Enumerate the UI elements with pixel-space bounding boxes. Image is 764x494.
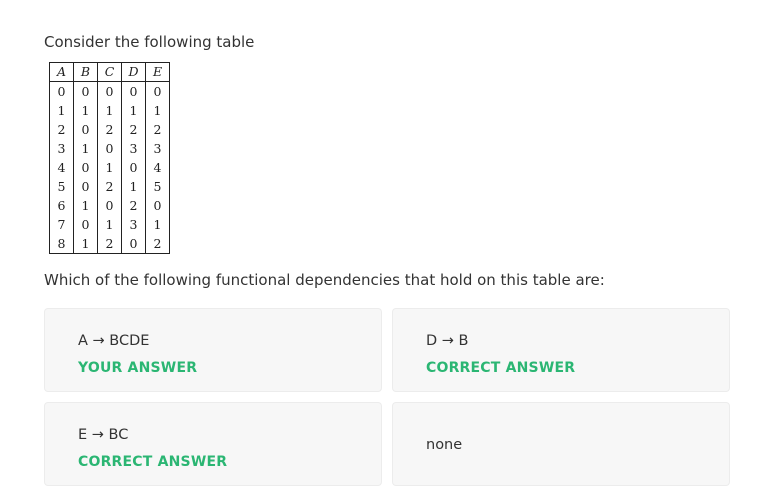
table-cell-a: 1 [49,101,74,120]
table-cell-d: 0 [121,81,146,101]
option-label: D → B [426,333,469,349]
table-cell-e: 3 [145,139,170,158]
table-row: 31033 [49,139,170,158]
table-cell-b: 0 [73,215,98,234]
table-cell-b: 1 [73,234,98,254]
table-cell-e: 0 [145,196,170,215]
table-cell-d: 0 [121,234,146,254]
option-status-your-answer: YOUR ANSWER [78,360,198,376]
table-cell-c: 0 [97,139,122,158]
table-cell-b: 0 [73,120,98,139]
table-cell-c: 1 [97,101,122,120]
table-cell-e: 1 [145,215,170,234]
table-body: 0000011111202223103340104502156102070131… [49,81,170,254]
option-label: A → BCDE [78,333,150,349]
table-cell-e: 4 [145,158,170,177]
table-header-row: A B C D E [49,62,170,82]
question-intro: Consider the following table [44,33,255,51]
table-cell-c: 2 [97,177,122,196]
table-cell-b: 0 [73,158,98,177]
table-cell-d: 1 [121,101,146,120]
table-row: 40104 [49,158,170,177]
table-cell-b: 0 [73,177,98,196]
table-row: 70131 [49,215,170,234]
table-cell-a: 6 [49,196,74,215]
option-label: E → BC [78,427,129,443]
table-cell-d: 3 [121,215,146,234]
table-cell-a: 4 [49,158,74,177]
table-cell-d: 2 [121,120,146,139]
table-row: 20222 [49,120,170,139]
column-header-e: E [145,62,170,82]
column-header-c: C [97,62,122,82]
table-row: 11111 [49,101,170,120]
column-header-a: A [49,62,74,82]
table-row: 81202 [49,234,170,254]
answer-option-a-to-bcde[interactable]: A → BCDE YOUR ANSWER [44,308,382,392]
table-cell-c: 1 [97,158,122,177]
table-row: 61020 [49,196,170,215]
column-header-d: D [121,62,146,82]
table-cell-c: 0 [97,196,122,215]
table-cell-a: 8 [49,234,74,254]
option-status-correct-answer: CORRECT ANSWER [78,454,228,470]
table-cell-a: 3 [49,139,74,158]
answer-option-none[interactable]: none [392,402,730,486]
table-cell-a: 7 [49,215,74,234]
data-table-container: A B C D E 000001111120222310334010450215… [49,62,170,254]
question-prompt: Which of the following functional depend… [44,271,605,289]
table-cell-e: 2 [145,234,170,254]
option-status-correct-answer: CORRECT ANSWER [426,360,576,376]
table-cell-b: 1 [73,196,98,215]
table-cell-b: 1 [73,101,98,120]
table-cell-e: 0 [145,81,170,101]
table-cell-b: 0 [73,81,98,101]
table-cell-d: 2 [121,196,146,215]
answer-option-d-to-b[interactable]: D → B CORRECT ANSWER [392,308,730,392]
table-cell-e: 5 [145,177,170,196]
table-cell-a: 5 [49,177,74,196]
table-cell-c: 1 [97,215,122,234]
table-cell-e: 2 [145,120,170,139]
table-cell-c: 2 [97,120,122,139]
answer-option-e-to-bc[interactable]: E → BC CORRECT ANSWER [44,402,382,486]
column-header-b: B [73,62,98,82]
option-label: none [426,437,463,453]
table-cell-d: 0 [121,158,146,177]
table-row: 50215 [49,177,170,196]
table-row: 00000 [49,81,170,101]
table-cell-a: 2 [49,120,74,139]
table-cell-a: 0 [49,81,74,101]
data-table: A B C D E 000001111120222310334010450215… [49,62,170,254]
table-cell-d: 1 [121,177,146,196]
table-cell-c: 0 [97,81,122,101]
table-cell-b: 1 [73,139,98,158]
table-cell-c: 2 [97,234,122,254]
table-cell-e: 1 [145,101,170,120]
table-cell-d: 3 [121,139,146,158]
